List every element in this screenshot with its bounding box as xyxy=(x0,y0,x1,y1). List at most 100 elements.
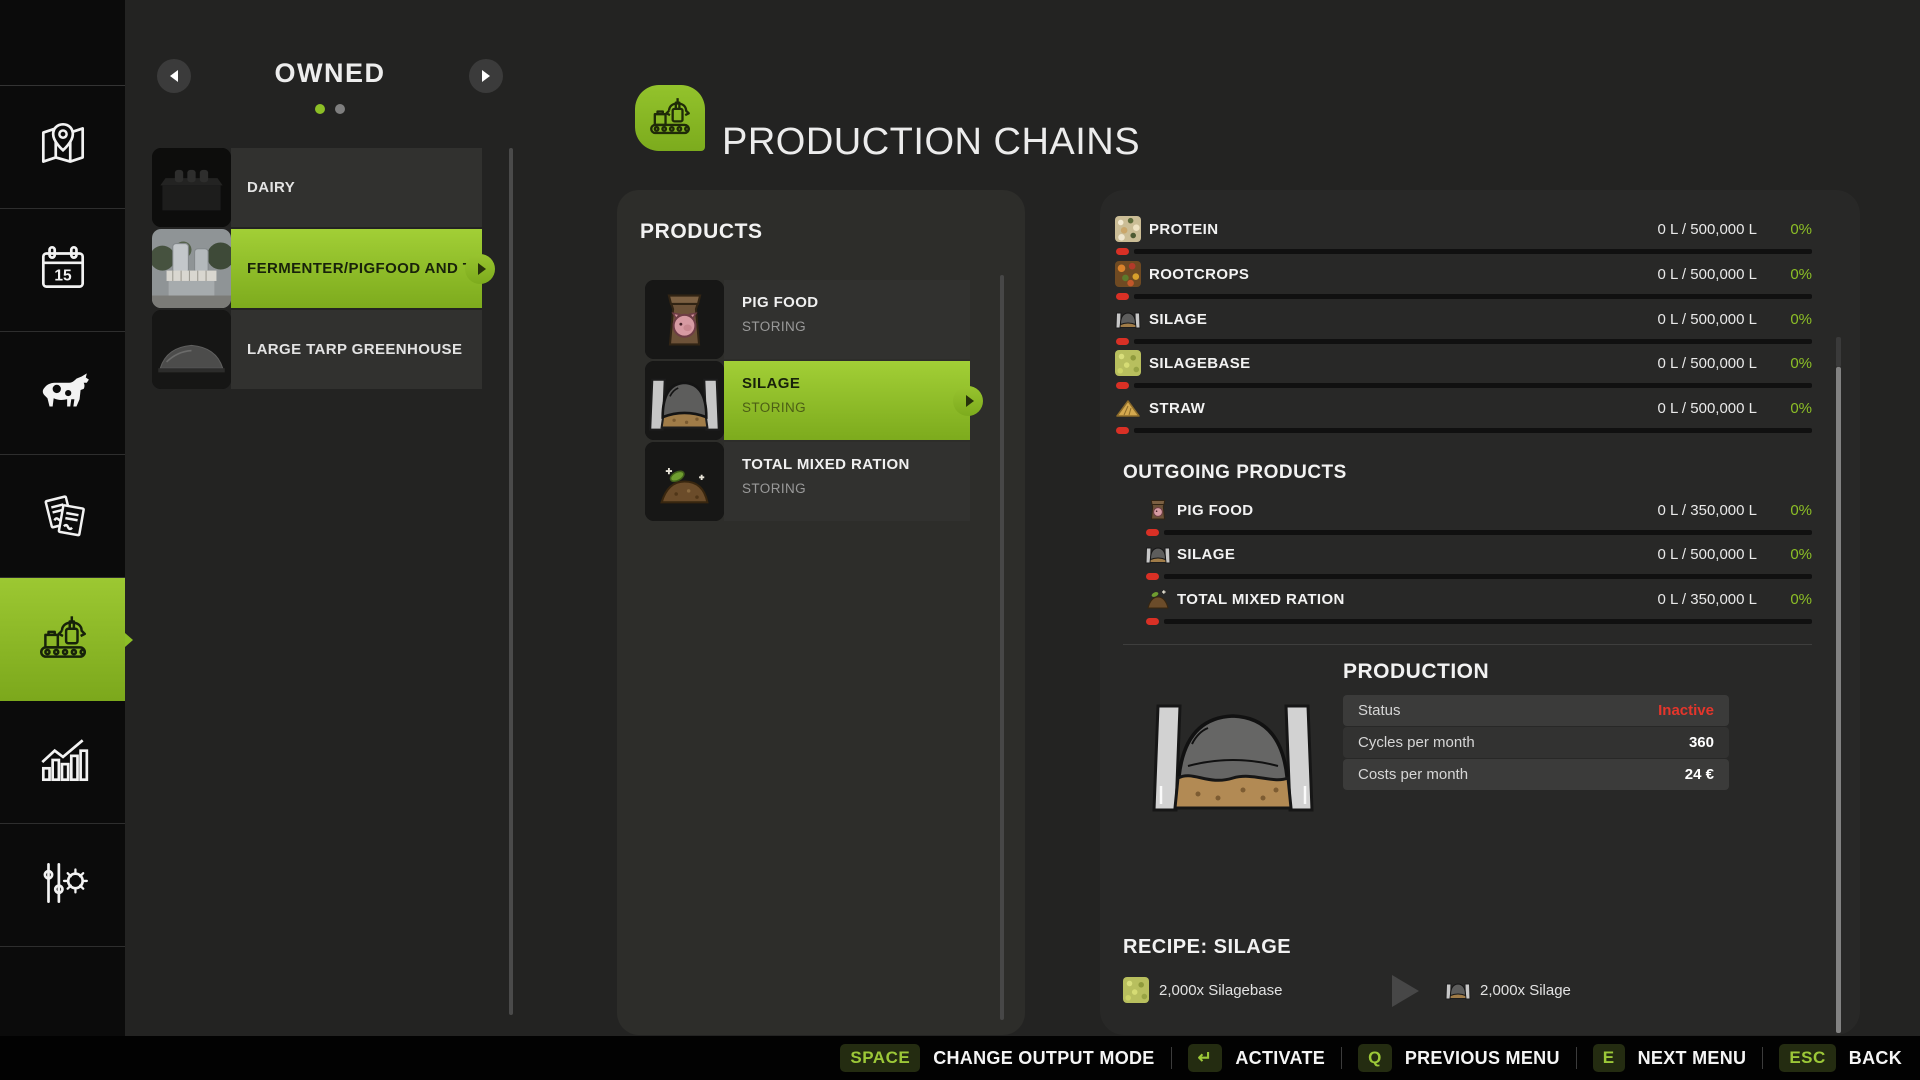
silage-bunker-illustration xyxy=(1148,702,1318,814)
fill-marker xyxy=(1146,529,1159,536)
owned-prev-button[interactable] xyxy=(157,59,191,93)
fill-marker xyxy=(1116,427,1129,434)
fill-bar xyxy=(1134,249,1812,254)
hint-label: PREVIOUS MENU xyxy=(1405,1048,1560,1069)
storage-amount: 0 L / 350,000 L xyxy=(1657,591,1757,608)
silage-mini-icon xyxy=(1145,541,1171,567)
sidebar-item-statistics[interactable] xyxy=(0,701,125,824)
hint-previous-menu[interactable]: Q PREVIOUS MENU xyxy=(1358,1044,1560,1072)
pig-food-mini-icon xyxy=(1145,497,1171,523)
sidebar-item-animals[interactable] xyxy=(0,332,125,455)
fill-bar xyxy=(1134,339,1812,344)
fill-marker xyxy=(1146,618,1159,625)
building-item-fermenter[interactable]: FERMENTER/PIGFOOD AND TM xyxy=(152,229,482,308)
detail-scrollbar-track[interactable] xyxy=(1836,337,1841,367)
space-keycap: SPACE xyxy=(840,1044,920,1072)
row-label: Costs per month xyxy=(1358,766,1468,783)
silagebase-icon xyxy=(1123,977,1149,1003)
calendar-icon: 15 xyxy=(34,239,92,302)
sidebar: 15 xyxy=(0,0,125,1036)
tmr-mini-icon xyxy=(1145,586,1171,612)
bottom-hint-bar: SPACE CHANGE OUTPUT MODE ↵ ACTIVATE Q PR… xyxy=(0,1036,1920,1080)
straw-icon xyxy=(1115,395,1141,421)
sidebar-item-production[interactable] xyxy=(0,578,125,701)
hint-change-output-mode[interactable]: SPACE CHANGE OUTPUT MODE xyxy=(840,1044,1154,1072)
chevron-right-icon xyxy=(482,70,490,82)
product-name: PIG FOOD xyxy=(742,294,970,311)
sidebar-item-calendar[interactable]: 15 xyxy=(0,209,125,332)
storage-amount: 0 L / 350,000 L xyxy=(1657,502,1757,519)
storage-row-out-pigfood: PIG FOOD 0 L / 350,000 L 0% xyxy=(1145,494,1812,539)
fill-bar xyxy=(1134,383,1812,388)
product-item-tmr[interactable]: TOTAL MIXED RATION STORING xyxy=(645,442,970,521)
recipe-heading: RECIPE: SILAGE xyxy=(1123,936,1291,959)
storage-name: ROOTCROPS xyxy=(1149,266,1249,283)
detail-scrollbar-thumb[interactable] xyxy=(1836,367,1841,1033)
storage-row-rootcrops: ROOTCROPS 0 L / 500,000 L 0% xyxy=(1115,258,1812,303)
protein-icon xyxy=(1115,216,1141,242)
outgoing-products-heading: OUTGOING PRODUCTS xyxy=(1123,462,1347,484)
hint-separator xyxy=(1171,1047,1172,1069)
silage-mini-icon xyxy=(1115,306,1141,332)
fill-marker xyxy=(1116,338,1129,345)
hint-back[interactable]: ESC BACK xyxy=(1779,1044,1902,1072)
storage-name: PIG FOOD xyxy=(1177,502,1254,519)
product-status: STORING xyxy=(742,400,970,415)
recipe-output: 2,000x Silage xyxy=(1480,982,1571,999)
recipe-input: 2,000x Silagebase xyxy=(1159,982,1282,999)
storage-row-out-silage: SILAGE 0 L / 500,000 L 0% xyxy=(1145,538,1812,583)
product-item-silage[interactable]: SILAGE STORING xyxy=(645,361,970,440)
storage-percent: 0% xyxy=(1764,546,1812,563)
statistics-icon xyxy=(34,731,92,794)
fill-bar xyxy=(1164,619,1812,624)
product-status: STORING xyxy=(742,481,970,496)
sidebar-item-contracts[interactable] xyxy=(0,455,125,578)
products-title: PRODUCTS xyxy=(640,220,763,244)
building-item-greenhouse[interactable]: LARGE TARP GREENHOUSE xyxy=(152,310,482,389)
table-row-cycles: Cycles per month 360 xyxy=(1343,727,1729,758)
owned-scrollbar[interactable] xyxy=(509,148,513,1015)
storage-name: TOTAL MIXED RATION xyxy=(1177,591,1345,608)
fill-marker xyxy=(1146,573,1159,580)
pagination-dot[interactable] xyxy=(335,104,345,114)
hint-separator xyxy=(1576,1047,1577,1069)
storage-amount: 0 L / 500,000 L xyxy=(1657,400,1757,417)
fill-bar xyxy=(1164,530,1812,535)
products-panel: PRODUCTS PIG FOOD STORING xyxy=(617,190,1025,1035)
storage-row-protein: PROTEIN 0 L / 500,000 L 0% xyxy=(1115,213,1812,258)
storage-percent: 0% xyxy=(1764,266,1812,283)
fill-bar xyxy=(1164,574,1812,579)
owned-pagination xyxy=(230,104,430,114)
row-label: Status xyxy=(1358,702,1401,719)
fill-marker xyxy=(1116,293,1129,300)
pagination-dot-active[interactable] xyxy=(315,104,325,114)
owned-next-button[interactable] xyxy=(469,59,503,93)
fill-marker xyxy=(1116,382,1129,389)
section-divider xyxy=(1123,644,1812,645)
production-icon xyxy=(34,608,92,671)
svg-text:15: 15 xyxy=(54,267,72,284)
hint-separator xyxy=(1762,1047,1763,1069)
e-keycap: E xyxy=(1593,1044,1625,1072)
page-title: PRODUCTION CHAINS xyxy=(722,121,1140,164)
silage-mini-icon xyxy=(1445,977,1471,1003)
total-mixed-ration-icon xyxy=(645,442,724,521)
sidebar-item-map[interactable] xyxy=(0,86,125,209)
building-item-dairy[interactable]: DAIRY xyxy=(152,148,482,227)
silage-icon xyxy=(645,361,724,440)
chevron-left-icon xyxy=(170,70,178,82)
sidebar-active-arrow xyxy=(125,633,133,647)
products-scrollbar[interactable] xyxy=(1000,275,1004,1020)
sidebar-item-tuning[interactable] xyxy=(0,824,125,947)
product-item-pigfood[interactable]: PIG FOOD STORING xyxy=(645,280,970,359)
storage-percent: 0% xyxy=(1764,221,1812,238)
storage-percent: 0% xyxy=(1764,502,1812,519)
storage-name: PROTEIN xyxy=(1149,221,1218,238)
building-list: DAIRY FERMENTER/PIGFOOD AND TM xyxy=(152,148,482,391)
row-value: 24 € xyxy=(1685,766,1714,783)
hint-next-menu[interactable]: E NEXT MENU xyxy=(1593,1044,1747,1072)
hint-activate[interactable]: ↵ ACTIVATE xyxy=(1188,1044,1325,1072)
product-name: TOTAL MIXED RATION xyxy=(742,456,970,473)
status-badge: Inactive xyxy=(1658,702,1714,719)
hint-separator xyxy=(1341,1047,1342,1069)
